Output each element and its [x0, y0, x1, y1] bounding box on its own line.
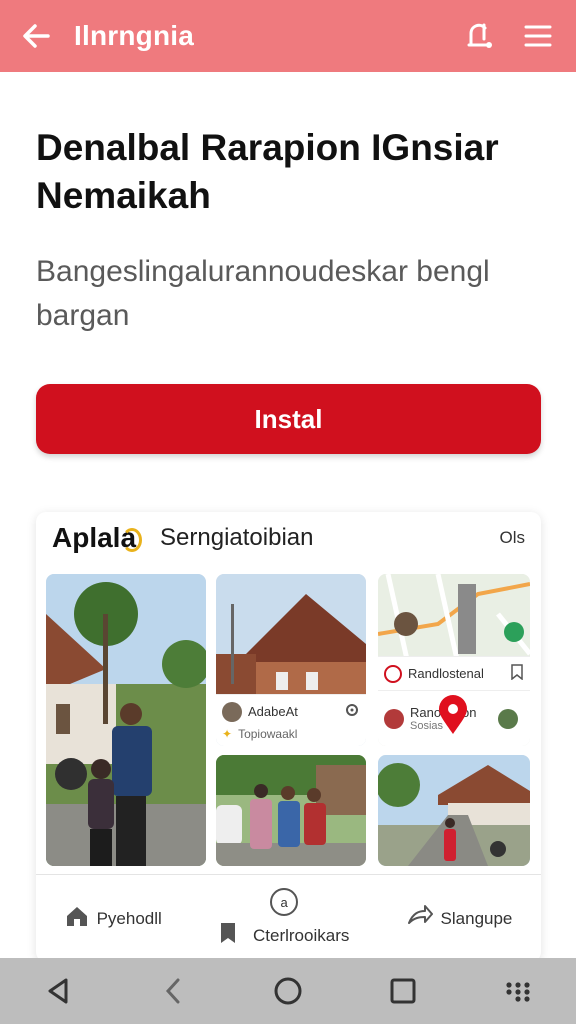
- overlay-meta: Topiowaakl: [238, 727, 298, 741]
- page-headline: Denalbal Rarapion IGnsiar Nemaikah: [36, 127, 499, 216]
- map-tile[interactable]: Randlostenal Ranobrition Sosias: [378, 574, 530, 746]
- overlay-name: AdabeAt: [248, 704, 298, 719]
- photo-tile-street-people[interactable]: [46, 574, 206, 866]
- arrow-left-icon[interactable]: [18, 18, 54, 54]
- nav-item-share[interactable]: Slangupe: [407, 905, 513, 932]
- app-title: Ilnrngnia: [74, 20, 195, 51]
- nav-center-stack: a Cterlrooikars: [219, 888, 349, 949]
- app-preview-card: Aplala Serngiatoibian Ols AdabeAt ✦ Topi…: [36, 512, 541, 962]
- home-circle-icon[interactable]: [266, 969, 310, 1013]
- map-row-1-label: Randlostenal: [408, 666, 484, 681]
- nav-label-share: Slangupe: [440, 908, 513, 928]
- home-icon: [65, 905, 97, 932]
- app-screen: Ilnrngnia Denalbal Rarapion IGnsiar Nema…: [0, 0, 576, 1024]
- preview-right-label: Ols: [499, 528, 526, 547]
- install-button[interactable]: Instal: [36, 384, 541, 454]
- recents-square-icon[interactable]: [381, 969, 425, 1013]
- avatar: [498, 708, 518, 729]
- photo-tile-family[interactable]: [216, 755, 366, 866]
- bookmark-icon: [219, 922, 245, 949]
- top-app-bar: Ilnrngnia: [0, 0, 576, 72]
- hamburger-menu-icon[interactable]: [518, 16, 558, 56]
- map-row-2: Ranobrition Sosias: [378, 690, 530, 746]
- system-nav-bar: [0, 958, 576, 1024]
- reaction-icon: ✦: [222, 727, 233, 741]
- share-icon: [407, 905, 441, 932]
- nav-center-row: Cterlrooikars: [219, 922, 349, 949]
- nav-item-home[interactable]: Pyehodll: [65, 905, 162, 932]
- bookmark-icon[interactable]: [510, 664, 524, 683]
- photo-tile-house[interactable]: AdabeAt ✦ Topiowaakl: [216, 574, 366, 746]
- avatar: [222, 701, 242, 722]
- nav-label-home: Pyehodll: [96, 908, 162, 928]
- preview-brand: Aplala: [52, 522, 143, 554]
- preview-subtitle: Serngiatoibian: [160, 524, 314, 551]
- page-description: Bangeslingalurannoudeskar bengl bargan: [36, 255, 490, 332]
- location-pin-icon: [438, 695, 468, 738]
- apps-grid-icon[interactable]: [496, 969, 540, 1013]
- badge-circle: a: [270, 888, 299, 916]
- settings-icon[interactable]: [344, 702, 360, 721]
- chevron-left-icon[interactable]: [151, 969, 195, 1013]
- bell-alert-icon[interactable]: [460, 16, 500, 56]
- tile-overlay-meta: ✦ Topiowaakl: [216, 722, 366, 746]
- avatar: [384, 708, 404, 729]
- brand-ring-icon: [122, 528, 143, 552]
- map-row-1: Randlostenal: [378, 656, 530, 690]
- photo-tile-village-road[interactable]: [378, 755, 530, 866]
- preview-header: Aplala Serngiatoibian Ols: [36, 512, 541, 564]
- preview-bottom-nav: Pyehodll a Cterlrooikars Slangupe: [36, 874, 541, 962]
- pin-ring-icon: [384, 664, 402, 683]
- nav-label-bookmarks: Cterlrooikars: [253, 925, 350, 945]
- nav-item-bookmarks[interactable]: a Cterlrooikars: [219, 888, 349, 949]
- back-triangle-icon[interactable]: [36, 969, 80, 1013]
